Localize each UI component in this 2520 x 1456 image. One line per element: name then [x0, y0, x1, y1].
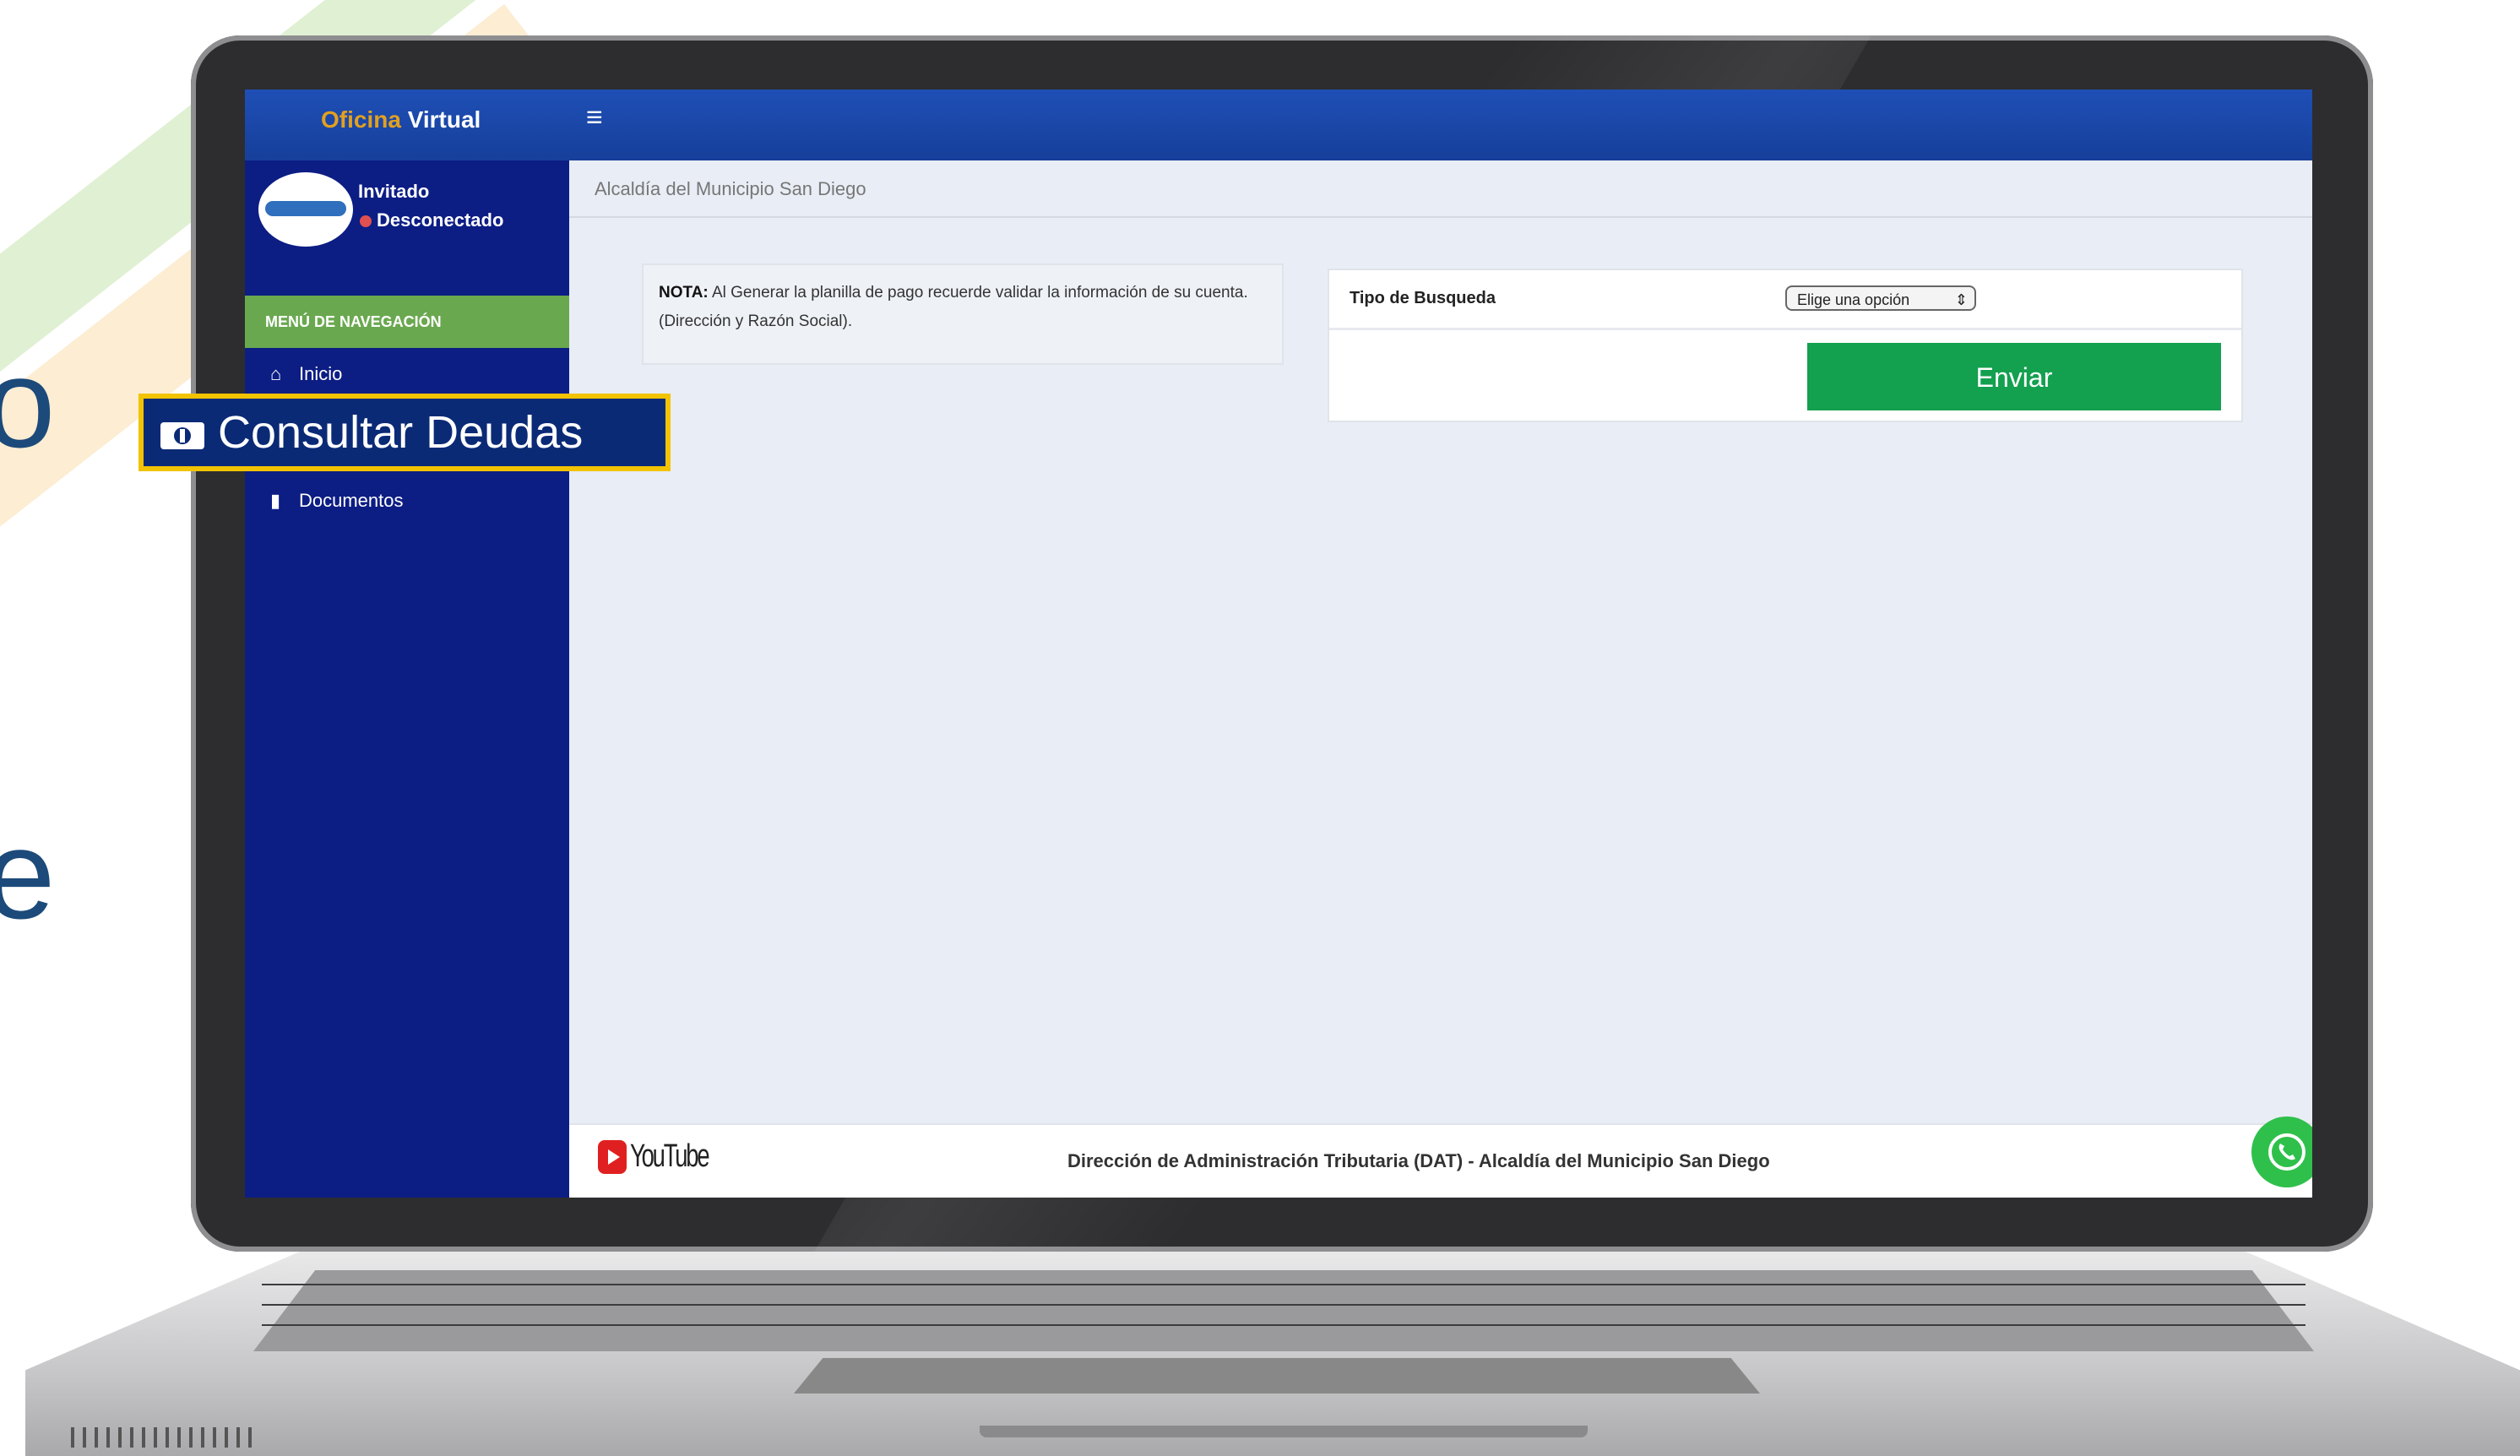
- divider: [1329, 328, 2241, 330]
- search-type-select[interactable]: Elige una opción ⇕: [1785, 285, 1976, 311]
- top-navbar: Oficina Virtual ≡: [245, 90, 2312, 160]
- user-status: Desconectado: [360, 209, 503, 231]
- avatar: [258, 172, 353, 247]
- user-status-label: Desconectado: [377, 209, 504, 231]
- search-type-label: Tipo de Busqueda: [1350, 289, 1496, 307]
- whatsapp-icon[interactable]: [2251, 1116, 2312, 1187]
- sidebar-item-label: Documentos: [299, 490, 404, 511]
- user-name: Invitado: [358, 181, 430, 202]
- laptop-trackpad: [794, 1358, 1760, 1394]
- whatsapp-phone-icon: [2268, 1133, 2305, 1171]
- laptop-notch: [980, 1426, 1588, 1437]
- footer: YouTube Dirección de Administración Trib…: [569, 1116, 2312, 1198]
- laptop-keyboard: [253, 1270, 2314, 1351]
- sidebar-item-label: Consultar Deudas: [218, 407, 584, 458]
- sidebar-item-consultar-deudas-highlight[interactable]: Consultar Deudas: [138, 394, 671, 471]
- brand-part1: Oficina: [321, 106, 401, 133]
- side-letter: o: [0, 332, 56, 474]
- breadcrumb: Alcaldía del Municipio San Diego: [569, 160, 2312, 218]
- sidebar-item-label: Inicio: [299, 363, 343, 384]
- select-value: Elige una opción: [1797, 291, 1910, 308]
- sidebar: Invitado Desconectado MENÚ DE NAVEGACIÓN…: [245, 160, 569, 1198]
- sidebar-item-inicio[interactable]: ⌂ Inicio: [270, 363, 342, 385]
- note-text: Al Generar la planilla de pago recuerde …: [659, 284, 1248, 330]
- keyboard-row: [262, 1284, 2305, 1285]
- keyboard-row: [262, 1304, 2305, 1306]
- sidebar-item-documentos[interactable]: ▮ Documentos: [270, 490, 404, 512]
- hamburger-menu-icon[interactable]: ≡: [586, 101, 603, 134]
- submit-button[interactable]: Enviar: [1807, 343, 2221, 410]
- app-screen: Oficina Virtual ≡ Invitado Desconectado …: [245, 90, 2312, 1198]
- chevron-updown-icon: ⇕: [1954, 291, 1968, 308]
- app-brand[interactable]: Oficina Virtual: [321, 106, 481, 133]
- footer-text: Dirección de Administración Tributaria (…: [1067, 1150, 1770, 1171]
- money-bill-icon: [159, 402, 206, 470]
- municipality-logo: [265, 201, 346, 216]
- youtube-play-icon: [598, 1139, 627, 1174]
- side-letter: e: [0, 803, 56, 945]
- status-dot-icon: [360, 215, 372, 228]
- youtube-label: YouTube: [630, 1138, 710, 1174]
- info-note: NOTA: Al Generar la planilla de pago rec…: [642, 263, 1284, 365]
- youtube-link[interactable]: YouTube: [598, 1138, 738, 1175]
- home-icon: ⌂: [270, 363, 282, 384]
- document-icon: ▮: [270, 490, 281, 511]
- keyboard-row: [262, 1324, 2305, 1326]
- laptop-vents: [71, 1427, 257, 1448]
- nav-header: MENÚ DE NAVEGACIÓN: [245, 296, 569, 348]
- search-panel: Tipo de Busqueda Elige una opción ⇕ Envi…: [1328, 269, 2243, 422]
- note-label: NOTA:: [659, 284, 709, 302]
- brand-part2: Virtual: [407, 106, 481, 133]
